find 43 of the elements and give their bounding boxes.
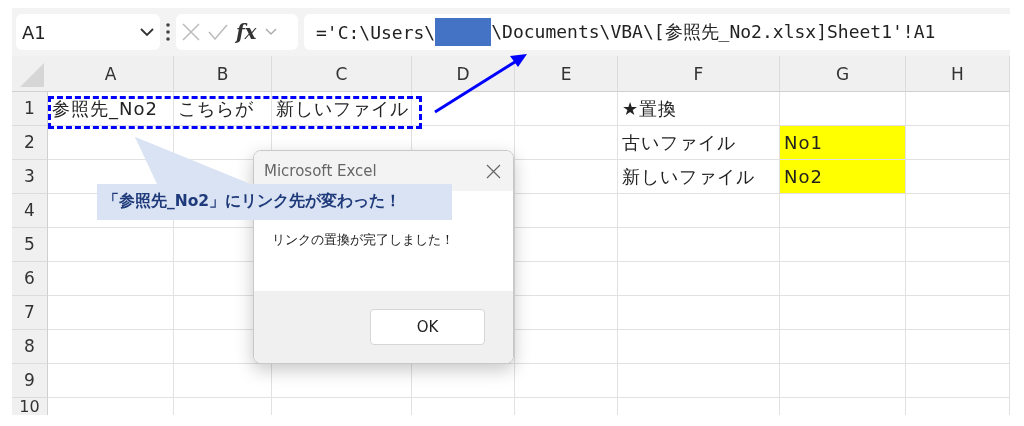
cell-reference: A1 — [22, 21, 46, 43]
dialog-message: リンクの置換が完了しました！ — [272, 232, 454, 247]
column-header[interactable]: A — [48, 56, 174, 92]
column-header[interactable]: F — [618, 56, 780, 92]
cancel-icon[interactable] — [182, 23, 200, 41]
column-header[interactable]: H — [906, 56, 1010, 92]
row-header[interactable]: 8 — [12, 330, 48, 364]
row-header[interactable]: 6 — [12, 262, 48, 296]
column-header[interactable]: G — [780, 56, 906, 92]
formula-text: \Documents\VBA\[参照先_No2.xlsx]Sheet1'!A1 — [491, 20, 936, 44]
table-cell: No1 — [780, 126, 906, 160]
insert-function-button[interactable]: fx — [236, 20, 257, 44]
row-header[interactable]: 7 — [12, 296, 48, 330]
formula-field[interactable]: ='C:\Users\ \Documents\VBA\[参照先_No2.xlsx]Sheet1'!A1 — [304, 14, 1010, 50]
ok-button[interactable]: OK — [370, 309, 485, 345]
row-header[interactable]: 5 — [12, 228, 48, 262]
table-cell: 参照先_No2 — [48, 92, 174, 126]
column-header[interactable]: E — [515, 56, 618, 92]
table-cell: 新しいファイル — [618, 160, 780, 194]
callout-text: 「参照先_No2」にリンク先が変わった！ — [103, 191, 402, 212]
row-header[interactable]: 4 — [12, 194, 48, 228]
table-cell: ★置換 — [618, 92, 780, 126]
close-icon[interactable] — [486, 163, 501, 179]
column-header[interactable]: D — [412, 56, 515, 92]
more-icon[interactable] — [166, 23, 170, 41]
row-header[interactable]: 1 — [12, 92, 48, 126]
table-cell: No2 — [780, 160, 906, 194]
row-header[interactable]: 3 — [12, 160, 48, 194]
table-cell: こちらが — [174, 92, 272, 126]
row-header[interactable]: 2 — [12, 126, 48, 160]
check-icon[interactable] — [208, 24, 228, 40]
table-cell: 新しいファイル — [272, 92, 412, 126]
column-header[interactable]: B — [174, 56, 272, 92]
chevron-icon — [140, 27, 154, 37]
column-header[interactable]: C — [272, 56, 412, 92]
dialog-title: Microsoft Excel — [264, 162, 377, 180]
redaction-block — [435, 18, 492, 46]
table-cell: 古いファイル — [618, 126, 780, 160]
name-box[interactable]: A1 — [16, 14, 160, 50]
formula-text: ='C:\Users\ — [316, 21, 436, 43]
chevron-icon[interactable] — [264, 28, 277, 36]
row-header[interactable]: 9 — [12, 364, 48, 398]
row-header[interactable]: 10 — [12, 398, 48, 415]
